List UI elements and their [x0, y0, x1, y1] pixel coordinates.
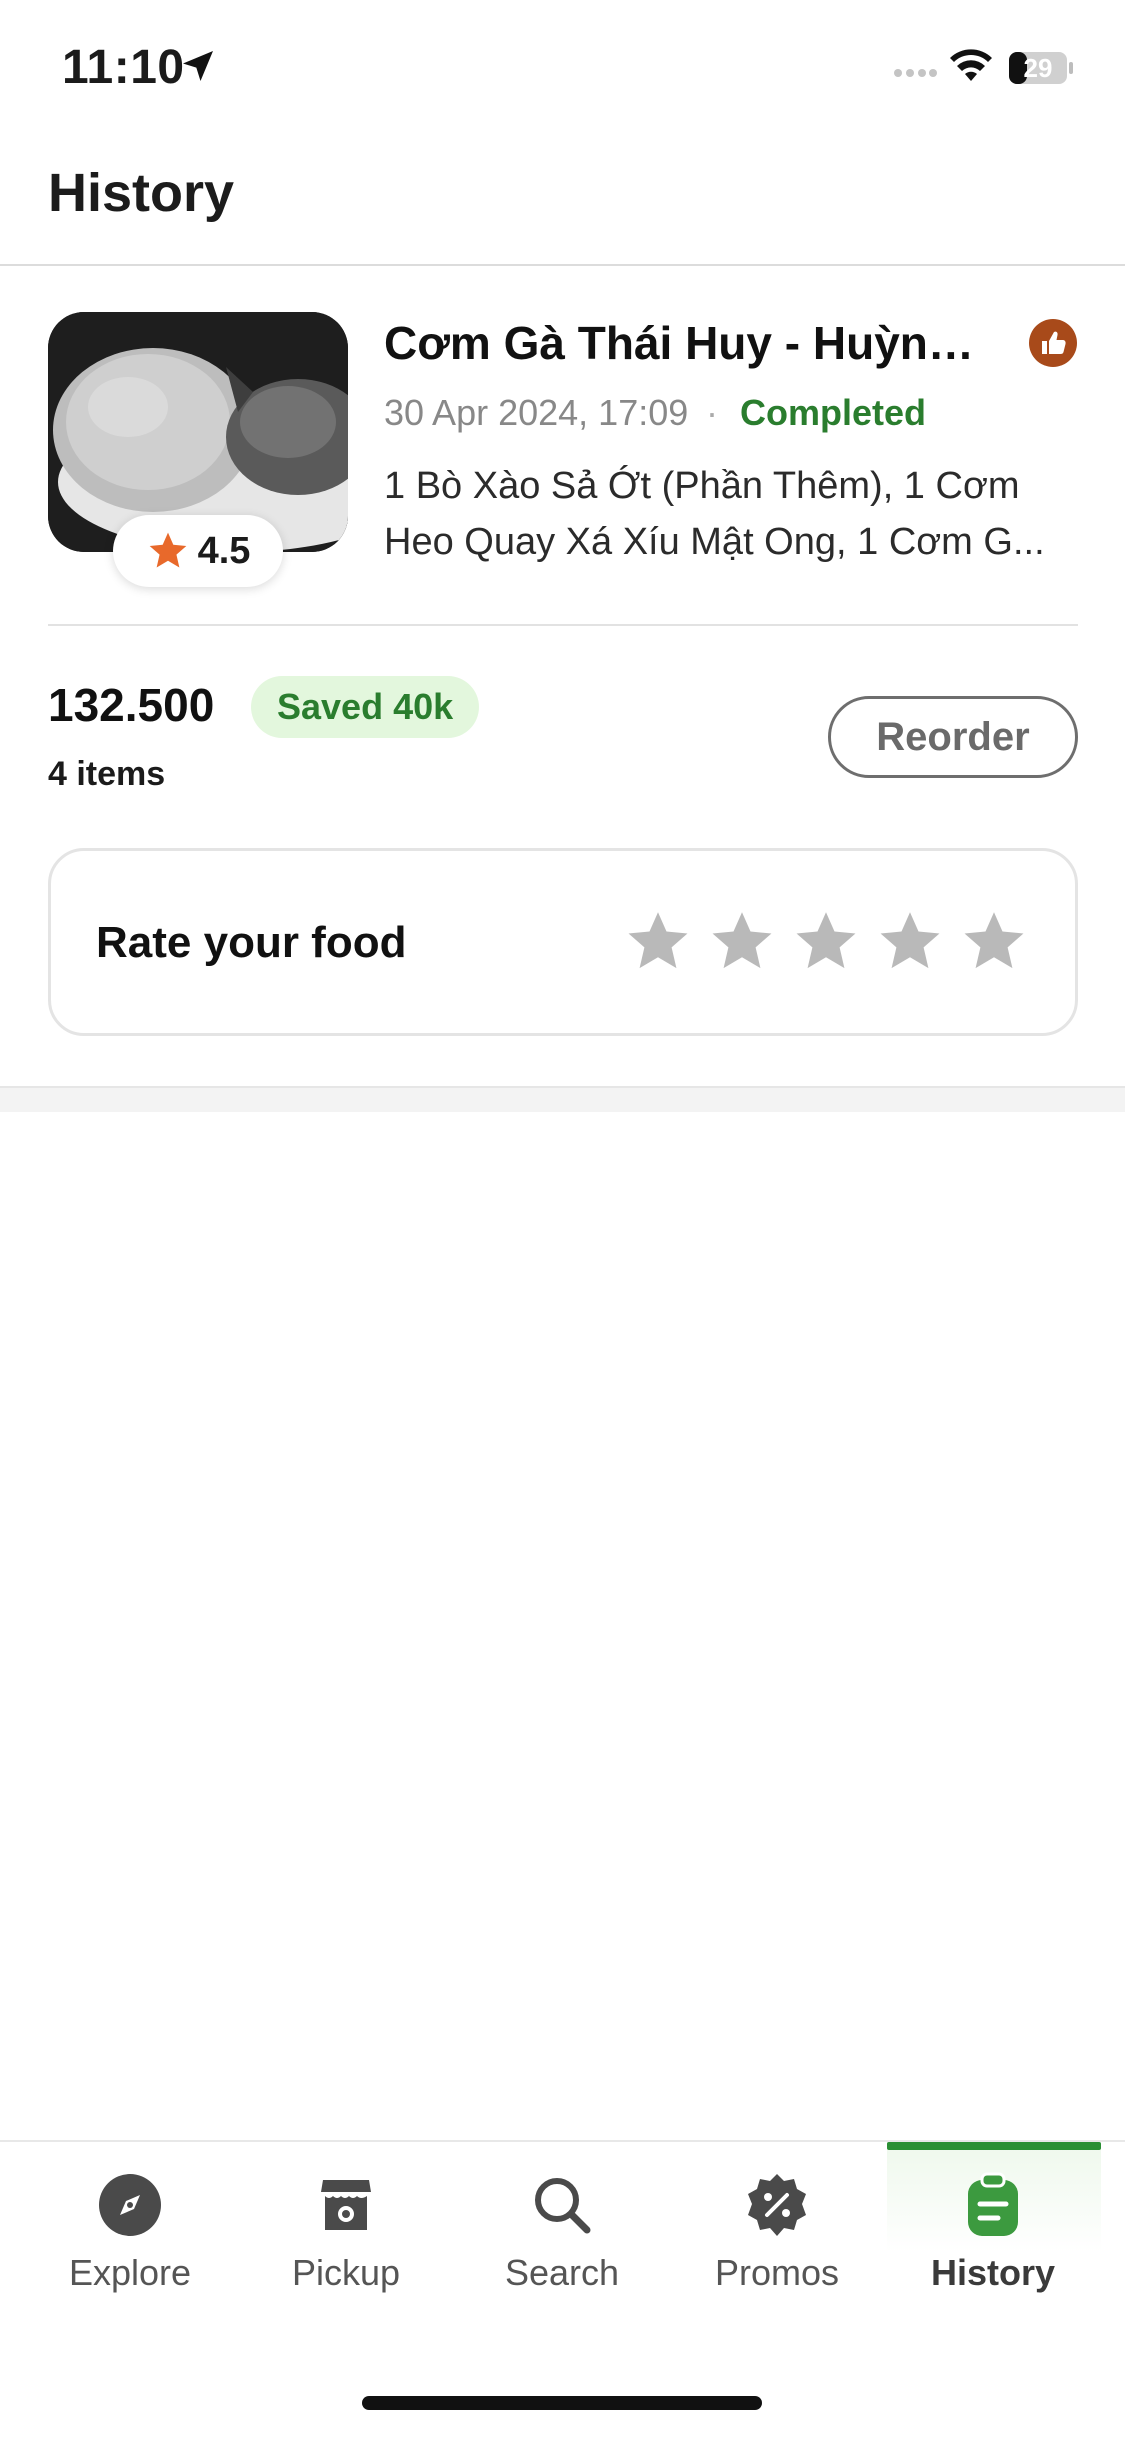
- rating-badge: 4.5: [113, 515, 283, 587]
- order-total: 132.500: [48, 679, 215, 731]
- title-divider: [0, 264, 1125, 266]
- nav-explore-label: Explore: [68, 2252, 192, 2293]
- search-icon: [535, 2178, 591, 2234]
- percent-badge-icon: [748, 2174, 806, 2236]
- page-title: History: [48, 163, 235, 223]
- saved-badge: Saved 40k: [251, 676, 480, 738]
- order-items-description: 1 Bò Xào Sả Ớt (Phần Thêm), 1 Cơm Heo Qu…: [384, 465, 1045, 563]
- rate-star-2-icon[interactable]: [708, 908, 776, 976]
- nav-explore[interactable]: Explore: [30, 2170, 230, 2320]
- nav-history-label: History: [930, 2252, 1056, 2293]
- rate-star-3-icon[interactable]: [792, 908, 860, 976]
- battery-level: 29: [1023, 53, 1053, 83]
- rate-food-label: Rate your food: [96, 918, 407, 967]
- store-icon: [321, 2180, 371, 2230]
- card-divider: [48, 624, 1078, 626]
- location-arrow-icon: [183, 51, 213, 81]
- battery-icon: 29: [1008, 50, 1074, 86]
- star-icon: [149, 532, 186, 568]
- status-time: 11:10: [62, 41, 185, 94]
- thumbs-up-icon: [1029, 319, 1077, 367]
- nav-promos[interactable]: Promos: [677, 2170, 877, 2320]
- nav-active-indicator: [887, 2142, 1101, 2150]
- separator-dot: ·: [706, 392, 718, 433]
- signal-icon: [894, 69, 937, 77]
- clipboard-icon: [968, 2172, 1018, 2236]
- section-divider: [0, 1086, 1125, 1112]
- rate-star-4-icon[interactable]: [876, 908, 944, 976]
- order-date: 30 Apr 2024, 17:09: [384, 392, 689, 433]
- home-indicator: [362, 2396, 762, 2410]
- compass-icon: [99, 2174, 161, 2236]
- nav-pickup[interactable]: Pickup: [246, 2170, 446, 2320]
- nav-search-label: Search: [504, 2252, 620, 2293]
- nav-promos-label: Promos: [714, 2252, 840, 2293]
- order-status: Completed: [740, 392, 927, 433]
- rate-star-1-icon[interactable]: [624, 908, 692, 976]
- rating-value: 4.5: [197, 529, 251, 572]
- wifi-icon: [950, 49, 992, 81]
- items-count: 4 items: [48, 755, 166, 793]
- nav-history[interactable]: History: [893, 2170, 1093, 2320]
- reorder-button[interactable]: Reorder: [828, 696, 1078, 778]
- nav-pickup-label: Pickup: [291, 2252, 401, 2293]
- nav-search[interactable]: Search: [462, 2170, 662, 2320]
- restaurant-name[interactable]: Cơm Gà Thái Huy - Huỳnh...: [384, 316, 984, 370]
- rate-star-5-icon[interactable]: [960, 908, 1028, 976]
